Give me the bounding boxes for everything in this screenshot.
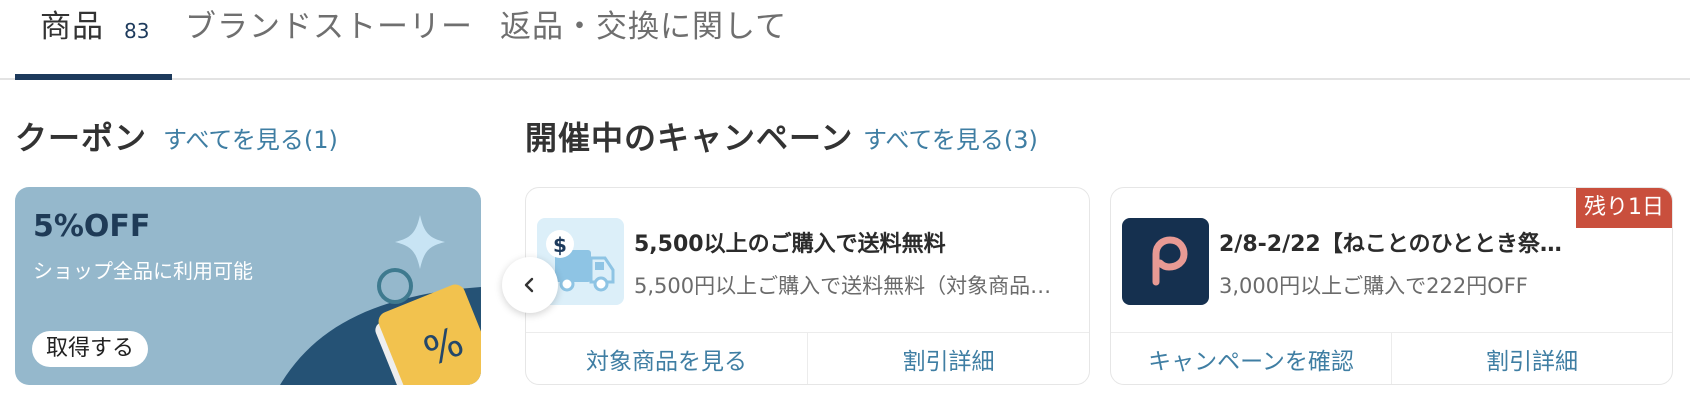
brand-logo-icon: [1122, 218, 1209, 305]
campaign-actions: キャンペーンを確認 割引詳細: [1111, 332, 1672, 384]
tab-brand-story[interactable]: ブランドストーリー: [185, 0, 473, 80]
get-coupon-button[interactable]: 取得する: [32, 331, 149, 367]
tab-brand-story-label: ブランドストーリー: [185, 9, 473, 45]
chevron-left-icon: [524, 277, 534, 293]
shop-page: 商品 83 ブランドストーリー 返品・交換に関して クーポン すべてを見る(1)…: [0, 0, 1690, 404]
campaign-description: 5,500円以上ご購入で送料無料（対象商品のみ）: [634, 274, 1072, 298]
days-left-badge: 残り1日: [1576, 188, 1672, 228]
campaign-see-all-link[interactable]: すべてを見る(3): [863, 120, 1038, 160]
campaign-description: 3,000円以上ご購入で222円OFF: [1219, 274, 1528, 298]
view-eligible-products-link[interactable]: 対象商品を見る: [526, 333, 807, 384]
coupon-see-all-link[interactable]: すべてを見る(1): [163, 120, 338, 160]
tab-products-label: 商品: [40, 9, 104, 45]
product-count-badge: 83: [124, 19, 150, 43]
tab-returns[interactable]: 返品・交換に関して: [500, 0, 787, 80]
campaign-card-event[interactable]: 2/8-2/22【ねことのひととき祭り】 3,000円以上ご購入で222円OFF…: [1110, 187, 1673, 385]
coupon-card[interactable]: % 5%OFF ショップ全品に利用可能 取得する: [15, 187, 481, 385]
discount-details-link[interactable]: 割引詳細: [1391, 333, 1672, 384]
coupon-section-title: クーポン: [15, 119, 148, 157]
discount-details-link[interactable]: 割引詳細: [807, 333, 1089, 384]
campaign-card-shipping[interactable]: $ 5,500以上のご購入で送料無料 5,500円以上ご購入で送料無料（対象商品…: [525, 187, 1090, 385]
svg-text:$: $: [553, 233, 567, 257]
campaign-title: 5,500以上のご購入で送料無料: [634, 232, 946, 257]
tab-bar: 商品 83 ブランドストーリー 返品・交換に関して: [0, 0, 1690, 80]
carousel-prev-button[interactable]: [502, 257, 558, 313]
campaign-section-title: 開催中のキャンペーン: [525, 119, 854, 157]
coupon-description: ショップ全品に利用可能: [33, 259, 253, 283]
campaign-title: 2/8-2/22【ねことのひととき祭り】: [1219, 232, 1569, 257]
tab-returns-label: 返品・交換に関して: [500, 9, 788, 45]
tab-products[interactable]: 商品 83: [40, 0, 149, 80]
view-campaign-link[interactable]: キャンペーンを確認: [1111, 333, 1391, 384]
coupon-discount: 5%OFF: [33, 209, 151, 244]
campaign-actions: 対象商品を見る 割引詳細: [526, 332, 1089, 384]
active-tab-indicator: [15, 74, 172, 80]
